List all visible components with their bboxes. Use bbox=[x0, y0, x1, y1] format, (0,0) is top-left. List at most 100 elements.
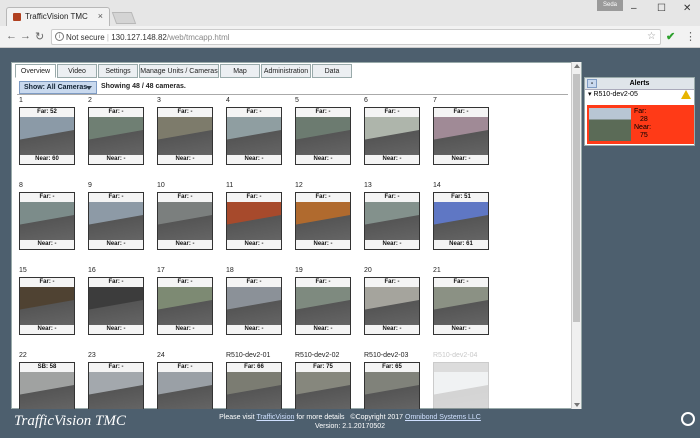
browser-menu-icon[interactable]: ⋮ bbox=[685, 30, 696, 43]
camera-thumbnail[interactable]: Far: - Near: - bbox=[364, 192, 420, 250]
camera-thumbnail[interactable]: Far: - Near: - bbox=[226, 277, 282, 335]
tab-manage-units[interactable]: Manage Units / Cameras bbox=[139, 64, 219, 78]
camera-id: 19 bbox=[295, 267, 303, 274]
camera-image bbox=[365, 372, 419, 409]
bookmark-star-icon[interactable]: ☆ bbox=[647, 31, 656, 42]
tab-overview[interactable]: Overview bbox=[15, 64, 56, 78]
reload-icon[interactable]: ↻ bbox=[35, 30, 44, 43]
info-icon[interactable]: i bbox=[55, 32, 64, 41]
camera-thumbnail[interactable]: Far: - Near: - bbox=[88, 277, 144, 335]
camera-id: 10 bbox=[157, 182, 165, 189]
footer-line-1: Please visit TrafficVision for more deta… bbox=[0, 414, 700, 421]
camera-thumbnail[interactable]: SB: 58 bbox=[19, 362, 75, 409]
camera-thumbnail[interactable]: Far: - Near: - bbox=[19, 192, 75, 250]
tab-settings[interactable]: Settings bbox=[98, 64, 138, 78]
camera-thumbnail[interactable]: Far: - Near: - bbox=[295, 107, 351, 165]
browser-tab[interactable]: TrafficVision TMC × bbox=[6, 7, 110, 26]
omnibond-link[interactable]: Omnibond Systems LLC bbox=[405, 414, 481, 421]
camera-far-value: Far: 75 bbox=[296, 363, 350, 372]
tab-video[interactable]: Video bbox=[57, 64, 97, 78]
camera-thumbnail[interactable]: Far: - Near: - bbox=[364, 107, 420, 165]
camera-image bbox=[365, 117, 419, 157]
camera-image bbox=[227, 202, 281, 242]
camera-image bbox=[365, 202, 419, 242]
camera-thumbnail[interactable]: Far: - Near: - bbox=[157, 107, 213, 165]
scrollbar[interactable] bbox=[571, 62, 581, 409]
camera-far-value: Far: - bbox=[365, 278, 419, 287]
camera-near-value: Near: - bbox=[365, 155, 419, 164]
camera-image bbox=[158, 202, 212, 242]
user-badge[interactable]: Seda bbox=[597, 0, 623, 11]
alert-far-value: 28 bbox=[640, 116, 648, 123]
camera-thumbnail[interactable]: Far: - Near: - bbox=[19, 277, 75, 335]
camera-thumbnail[interactable]: Far: - Near: - bbox=[157, 277, 213, 335]
show-cameras-dropdown[interactable]: Show: All Cameras bbox=[19, 81, 97, 94]
tab-administration[interactable]: Administration bbox=[261, 64, 311, 78]
camera-id: 5 bbox=[295, 97, 299, 104]
camera-thumbnail[interactable]: Far: 75 bbox=[295, 362, 351, 409]
camera-image bbox=[227, 372, 281, 409]
camera-far-value: Far: - bbox=[89, 363, 143, 372]
forward-icon[interactable]: → bbox=[20, 30, 31, 42]
trafficvision-link[interactable]: TrafficVision bbox=[256, 414, 294, 421]
camera-thumbnail[interactable]: Far: - Near: - bbox=[157, 192, 213, 250]
online-documentation-link[interactable]: Online Documentation bbox=[357, 66, 432, 73]
camera-id: 21 bbox=[433, 267, 441, 274]
camera-thumbnail[interactable]: Far: - Near: - bbox=[88, 107, 144, 165]
url-input[interactable]: i Not secure | 130.127.148.82/web/tmcapp… bbox=[51, 29, 661, 45]
camera-thumbnail[interactable]: Far: 65 bbox=[364, 362, 420, 409]
camera-image bbox=[227, 117, 281, 157]
camera-image bbox=[158, 117, 212, 157]
scroll-thumb[interactable] bbox=[573, 74, 580, 322]
camera-far-value: Far: - bbox=[158, 193, 212, 202]
collapse-alerts-button[interactable]: - bbox=[587, 79, 597, 88]
maximize-icon[interactable]: ☐ bbox=[657, 3, 666, 14]
browser-titlebar: TrafficVision TMC × Seda – ☐ ✕ bbox=[0, 0, 700, 26]
new-tab-button[interactable] bbox=[111, 12, 137, 24]
camera-near-value: Near: - bbox=[227, 155, 281, 164]
camera-thumbnail[interactable]: Far: - bbox=[88, 362, 144, 409]
camera-near-value: Near: - bbox=[89, 240, 143, 249]
alert-card[interactable]: Far: 28 Near: 75 bbox=[587, 105, 694, 144]
camera-image bbox=[296, 372, 350, 409]
window-close-icon[interactable]: ✕ bbox=[683, 3, 691, 14]
camera-id: R510-dev2-02 bbox=[295, 352, 340, 359]
tab-map[interactable]: Map bbox=[220, 64, 260, 78]
camera-thumbnail[interactable]: Far: - Near: - bbox=[433, 107, 489, 165]
footer: TrafficVision TMC Please visit TrafficVi… bbox=[0, 409, 700, 438]
show-cameras-label: Show: All Cameras bbox=[24, 84, 88, 91]
tab-data[interactable]: Data bbox=[312, 64, 352, 78]
camera-thumbnail[interactable]: Far: 52 Near: 60 bbox=[19, 107, 75, 165]
camera-thumbnail[interactable]: Far: 66 bbox=[226, 362, 282, 409]
camera-image bbox=[227, 287, 281, 327]
back-icon[interactable]: ← bbox=[6, 30, 17, 42]
camera-far-value: Far: - bbox=[158, 108, 212, 117]
alert-device-row[interactable]: ▾ R510-dev2-05 bbox=[585, 90, 694, 100]
camera-id: 15 bbox=[19, 267, 27, 274]
camera-far-value: Far: - bbox=[227, 108, 281, 117]
alert-camera-thumbnail[interactable] bbox=[589, 108, 631, 141]
camera-image bbox=[89, 117, 143, 157]
camera-far-value: Far: 65 bbox=[365, 363, 419, 372]
camera-thumbnail[interactable]: Far: - Near: - bbox=[295, 192, 351, 250]
camera-near-value: Near: - bbox=[434, 155, 488, 164]
scroll-up-icon[interactable] bbox=[574, 64, 580, 68]
extension-check-icon[interactable]: ✔ bbox=[666, 30, 675, 43]
camera-thumbnail[interactable]: Far: - Near: - bbox=[226, 192, 282, 250]
camera-thumbnail[interactable]: Far: 51 Near: 61 bbox=[433, 192, 489, 250]
camera-thumbnail[interactable]: Far: - Near: - bbox=[226, 107, 282, 165]
camera-thumbnail[interactable]: Far: - Near: - bbox=[295, 277, 351, 335]
camera-thumbnail[interactable]: Far: - bbox=[157, 362, 213, 409]
scroll-down-icon[interactable] bbox=[574, 403, 580, 407]
camera-id: 23 bbox=[88, 352, 96, 359]
alerts-header: - Alerts bbox=[585, 78, 694, 90]
close-tab-icon[interactable]: × bbox=[98, 11, 103, 21]
camera-thumbnail[interactable] bbox=[433, 362, 489, 409]
minimize-icon[interactable]: – bbox=[631, 3, 637, 14]
camera-far-value: Far: - bbox=[434, 278, 488, 287]
filter-toolbar: Show: All Cameras Showing 48 / 48 camera… bbox=[17, 81, 568, 95]
camera-image bbox=[434, 372, 488, 409]
camera-thumbnail[interactable]: Far: - Near: - bbox=[433, 277, 489, 335]
camera-thumbnail[interactable]: Far: - Near: - bbox=[364, 277, 420, 335]
camera-thumbnail[interactable]: Far: - Near: - bbox=[88, 192, 144, 250]
